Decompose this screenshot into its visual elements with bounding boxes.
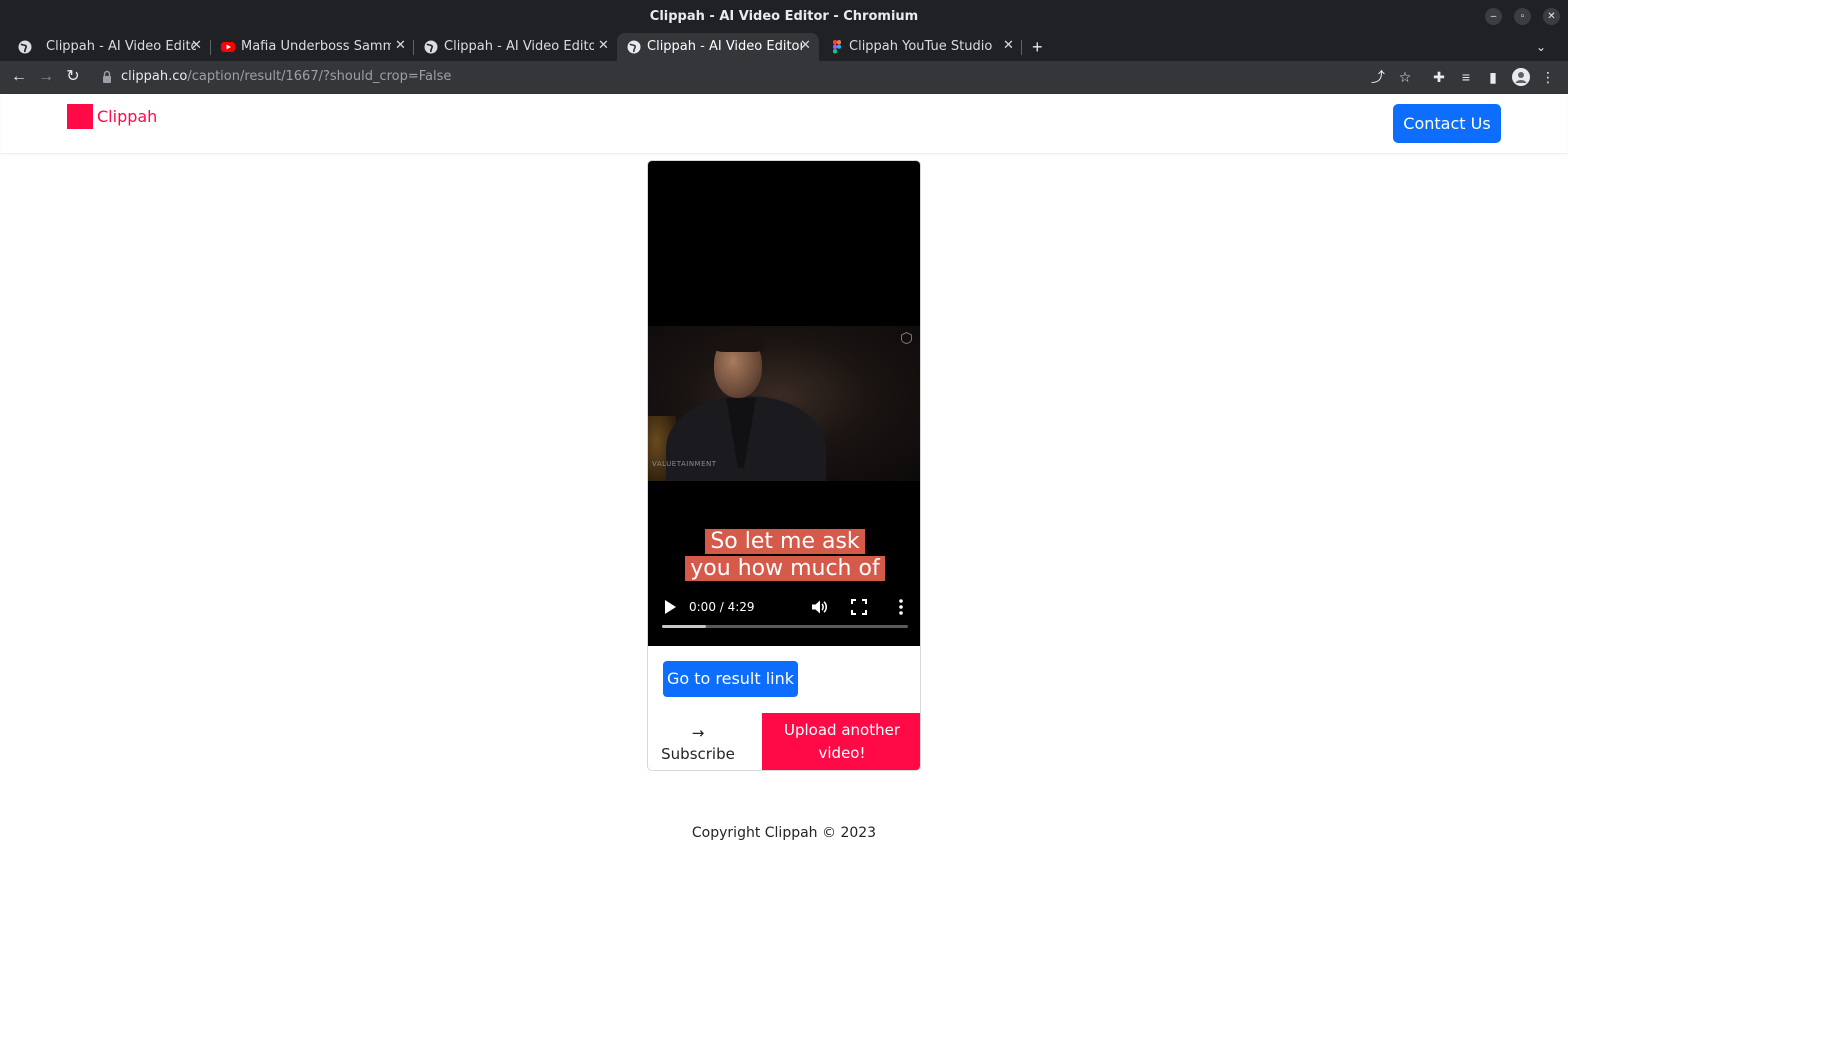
tab-label: Mafia Underboss Sammy xyxy=(241,39,391,54)
video-buffered-fill xyxy=(662,625,707,628)
side-panel-icon[interactable]: ▮ xyxy=(1484,68,1502,86)
tab-clippah-active[interactable]: Clippah - AI Video Editor ✕ xyxy=(617,33,819,61)
volume-icon[interactable] xyxy=(810,598,828,616)
play-icon[interactable] xyxy=(663,599,677,615)
caption-line-2: you how much of xyxy=(685,556,885,581)
address-bar[interactable]: clippah.co/caption/result/1667/?should_c… xyxy=(121,69,451,84)
tab-strip: Clippah - AI Video Editor ✕ Mafia Underb… xyxy=(0,33,1568,61)
tab-label: Clippah - AI Video Editor xyxy=(647,39,802,54)
globe-icon xyxy=(627,40,641,54)
tab-close-icon[interactable]: ✕ xyxy=(395,38,406,53)
tab-label: Clippah - AI Video Editor xyxy=(444,39,594,54)
tab-close-icon[interactable]: ✕ xyxy=(800,38,811,53)
globe-icon xyxy=(18,40,32,54)
result-card: VALUETAINMENT So let me ask you how much… xyxy=(647,160,921,771)
video-player[interactable]: VALUETAINMENT So let me ask you how much… xyxy=(648,161,920,646)
globe-icon xyxy=(424,40,438,54)
bookmark-star-icon[interactable]: ☆ xyxy=(1396,68,1414,86)
footer-copyright: Copyright Clippah © 2023 xyxy=(691,825,877,841)
figma-icon xyxy=(833,40,841,54)
profile-avatar-icon[interactable] xyxy=(1512,68,1530,86)
tab-clippah-1[interactable]: Clippah - AI Video Editor ✕ xyxy=(8,33,208,61)
url-host: clippah.co xyxy=(121,69,188,84)
video-frame: VALUETAINMENT xyxy=(648,326,920,481)
web-page: Clippah Contact Us VALUETAINMENT So let … xyxy=(1,94,1567,894)
video-progress-bar[interactable] xyxy=(662,625,908,628)
browser-toolbar: ← → ↻ clippah.co/caption/result/1667/?sh… xyxy=(0,61,1568,94)
logo-text[interactable]: Clippah xyxy=(97,107,157,126)
minimize-icon[interactable]: – xyxy=(1485,8,1502,25)
new-tab-icon[interactable]: + xyxy=(1032,37,1043,58)
tab-youtube[interactable]: Mafia Underboss Sammy ✕ xyxy=(211,33,411,61)
tab-label: Clippah YouTue Studio W xyxy=(849,39,997,54)
tab-close-icon[interactable]: ✕ xyxy=(191,38,202,53)
tab-clippah-2[interactable]: Clippah - AI Video Editor ✕ xyxy=(414,33,614,61)
subscribe-link[interactable]: → Subscribe xyxy=(648,723,748,765)
caption-line-1: So let me ask xyxy=(705,529,865,554)
watermark-logo-icon xyxy=(901,332,912,344)
contact-us-button[interactable]: Contact Us xyxy=(1393,104,1501,143)
media-control-icon[interactable]: ≡ xyxy=(1457,68,1475,86)
upload-label-line-2: video! xyxy=(818,744,866,762)
window-title: Clippah - AI Video Editor - Chromium xyxy=(649,9,919,24)
lock-icon xyxy=(103,70,111,83)
subscribe-label: Subscribe xyxy=(661,745,735,763)
back-icon[interactable]: ← xyxy=(9,67,29,87)
tab-close-icon[interactable]: ✕ xyxy=(598,38,609,53)
upload-another-video-button[interactable]: Upload another video! xyxy=(762,713,920,770)
forward-icon[interactable]: → xyxy=(36,67,56,87)
share-icon[interactable]: ⤴ xyxy=(1369,68,1387,86)
fullscreen-icon[interactable] xyxy=(851,599,867,615)
tab-figma[interactable]: Clippah YouTue Studio W ✕ xyxy=(820,33,1020,61)
tab-search-icon[interactable]: ⌄ xyxy=(1536,40,1546,54)
upload-label-line-1: Upload another xyxy=(784,721,900,739)
video-caption: So let me ask you how much of xyxy=(648,528,920,582)
reload-icon[interactable]: ↻ xyxy=(63,67,83,87)
video-controls: 0:00 / 4:29 xyxy=(648,593,920,643)
logo-mark[interactable] xyxy=(67,104,93,129)
tab-label: Clippah - AI Video Editor xyxy=(46,39,196,54)
more-options-icon[interactable] xyxy=(895,598,907,616)
result-link-button[interactable]: Go to result link xyxy=(663,661,798,697)
restore-icon[interactable]: ▫ xyxy=(1514,8,1531,25)
video-time: 0:00 / 4:29 xyxy=(689,600,755,614)
subscribe-arrow-icon: → xyxy=(691,724,705,742)
youtube-icon xyxy=(221,42,235,52)
tab-close-icon[interactable]: ✕ xyxy=(1003,38,1014,53)
close-window-icon[interactable]: ✕ xyxy=(1543,8,1560,25)
url-path: /caption/result/1667/?should_crop=False xyxy=(187,69,452,84)
site-header: Clippah Contact Us xyxy=(1,94,1567,154)
menu-kebab-icon[interactable]: ⋮ xyxy=(1539,68,1557,86)
video-watermark: VALUETAINMENT xyxy=(652,460,717,468)
extensions-icon[interactable]: ✚ xyxy=(1430,68,1448,86)
window-titlebar: Clippah - AI Video Editor - Chromium – ▫… xyxy=(0,0,1568,33)
